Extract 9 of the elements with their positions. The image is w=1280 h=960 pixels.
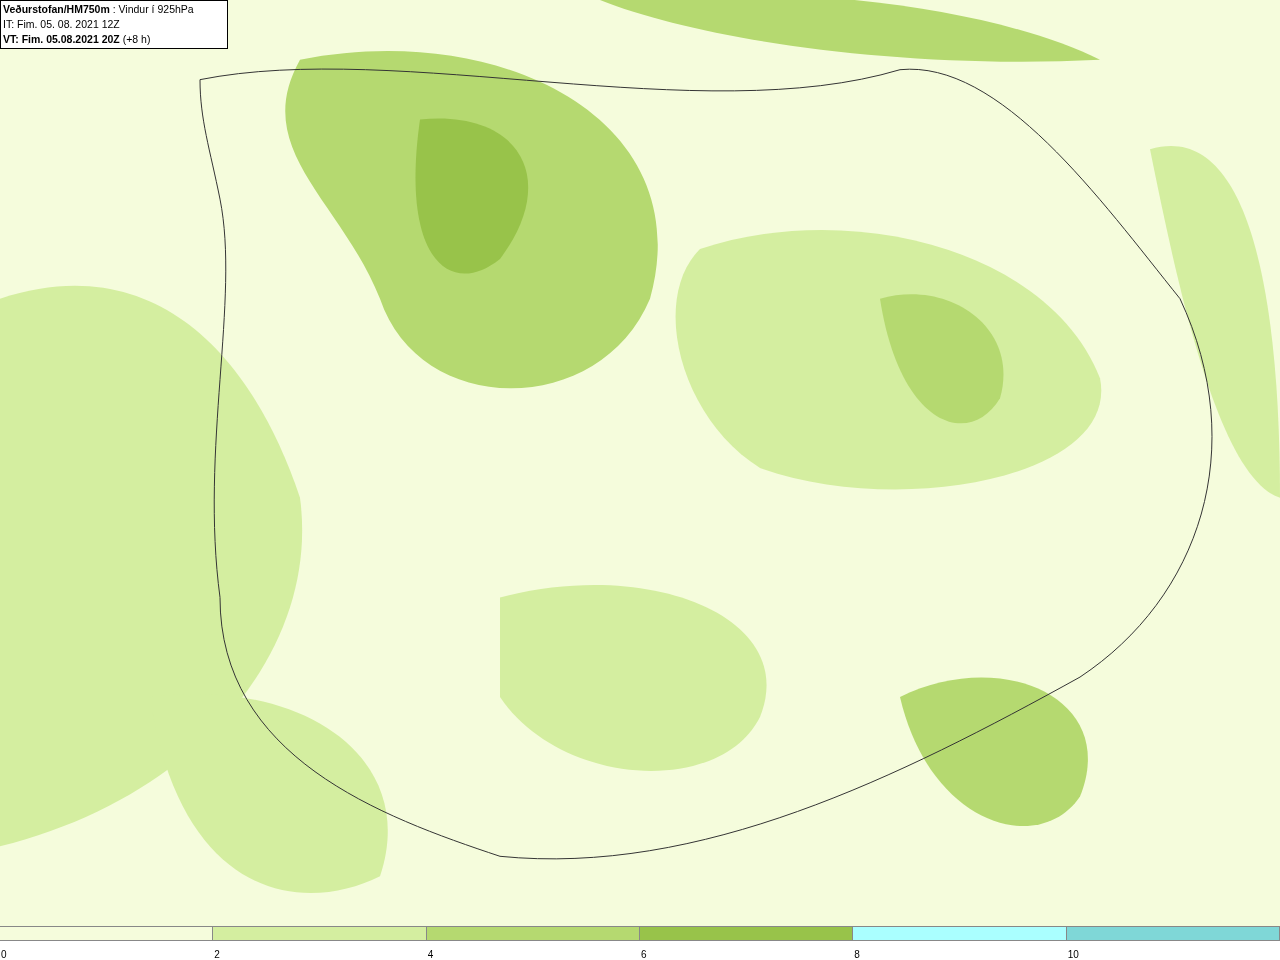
legend-label: 2 <box>213 949 220 960</box>
legend-label: 10 <box>1066 949 1079 960</box>
header-text: VT: Fim. 05.08.2021 20Z (+8 h) <box>3 32 152 47</box>
legend-label: 8 <box>853 949 860 960</box>
header-text: Veðurstofan/HM750m : Vindur í 925hPa <box>3 2 195 17</box>
legend-label: 0 <box>0 949 7 960</box>
legend-label: 4 <box>426 949 434 960</box>
header-text: IT: Fim. 05. 08. 2021 12Z <box>3 17 121 32</box>
legend-label: 6 <box>640 949 647 960</box>
